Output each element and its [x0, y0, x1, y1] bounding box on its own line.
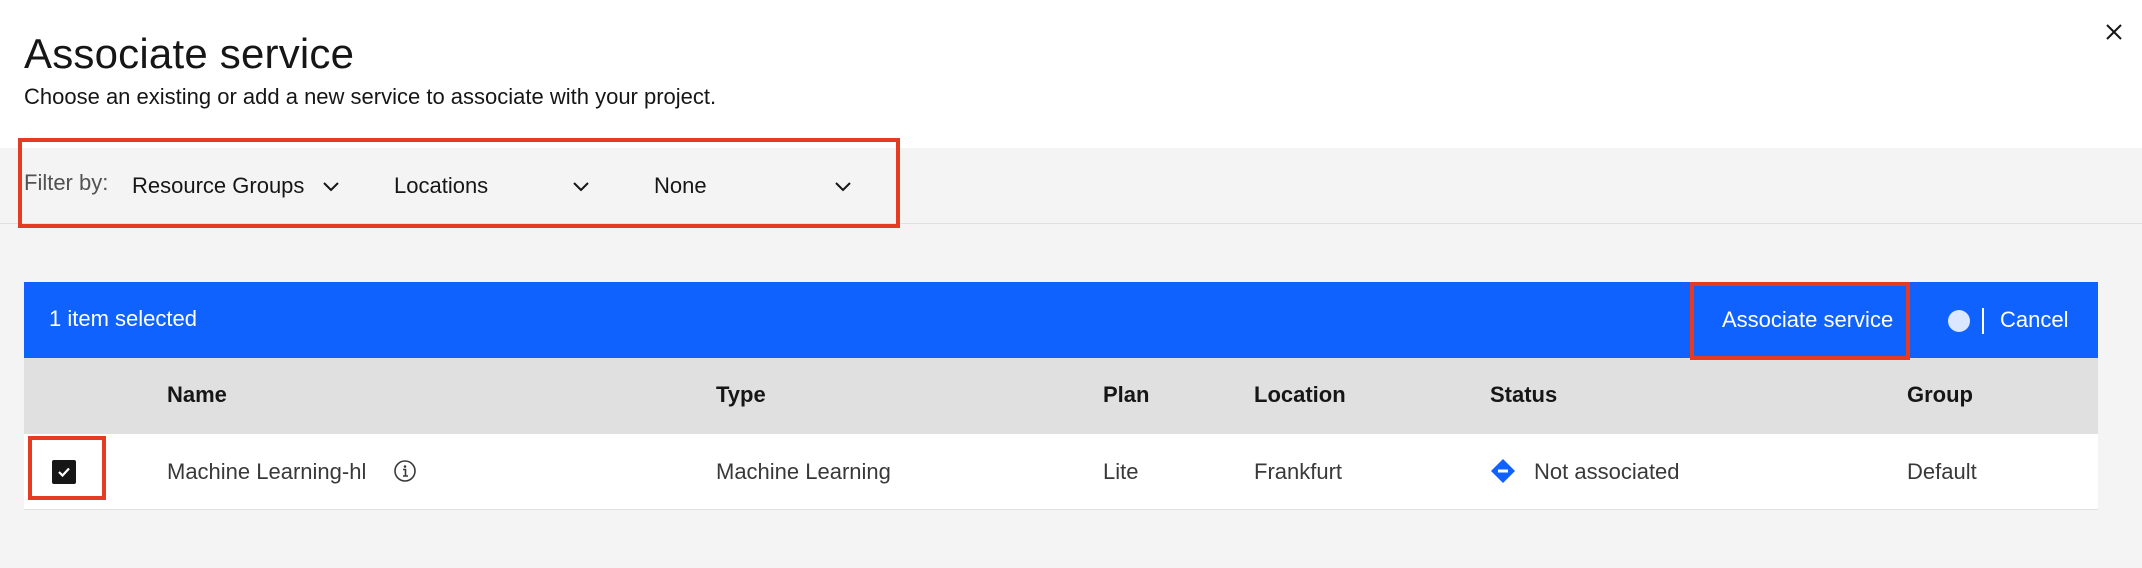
associate-service-button[interactable]: Associate service: [1704, 282, 1911, 358]
selected-count: 1 item selected: [49, 306, 197, 331]
modal-header: Associate service Choose an existing or …: [0, 0, 2142, 148]
locations-dropdown[interactable]: Locations: [394, 162, 594, 210]
cell-plan: Lite: [1103, 459, 1139, 484]
divider: [1982, 308, 1984, 334]
filter-label: Filter by:: [24, 170, 109, 195]
table-row[interactable]: Machine Learning-hl Machine Learning Lit…: [24, 434, 2098, 510]
page-title: Associate service: [24, 30, 355, 77]
column-header-name[interactable]: Name: [167, 382, 227, 408]
none-dropdown-label: None: [654, 173, 707, 198]
table-header: Name Type Plan Location Status Group: [24, 358, 2098, 434]
cell-group: Default: [1907, 459, 1977, 484]
cell-name: Machine Learning-hl: [167, 459, 367, 484]
batch-action-bar: 1 item selected Associate service Cancel: [24, 282, 2098, 358]
none-dropdown[interactable]: None: [654, 162, 854, 210]
checkmark-icon: [58, 467, 70, 478]
column-header-plan[interactable]: Plan: [1103, 382, 1149, 408]
column-header-type[interactable]: Type: [716, 382, 766, 408]
row-checkbox[interactable]: [52, 460, 76, 484]
resource-groups-dropdown-label: Resource Groups: [132, 173, 305, 198]
cell-location: Frankfurt: [1254, 459, 1343, 484]
chevron-down-icon: [835, 182, 851, 192]
column-header-status[interactable]: Status: [1490, 382, 1557, 408]
cell-type: Machine Learning: [716, 459, 891, 484]
cell-status: Not associated: [1534, 459, 1680, 484]
page-subtitle: Choose an existing or add a new service …: [24, 84, 717, 109]
cancel-button[interactable]: Cancel: [2000, 282, 2068, 358]
chevron-down-icon: [573, 182, 589, 192]
diamond-status-icon: [1491, 459, 1515, 483]
loading-dot-icon: [1948, 310, 1970, 332]
locations-dropdown-label: Locations: [394, 173, 489, 198]
chevron-down-icon: [323, 182, 339, 192]
close-icon: [2106, 24, 2122, 40]
filter-bar: Filter by: Resource Groups Locations Non…: [0, 148, 2142, 224]
column-header-group[interactable]: Group: [1907, 382, 1973, 408]
column-header-location[interactable]: Location: [1254, 382, 1346, 408]
close-button[interactable]: [2098, 16, 2130, 48]
services-table: Name Type Plan Location Status Group Mac…: [24, 358, 2098, 510]
info-icon[interactable]: [392, 458, 418, 484]
resource-groups-dropdown[interactable]: Resource Groups: [132, 162, 342, 210]
